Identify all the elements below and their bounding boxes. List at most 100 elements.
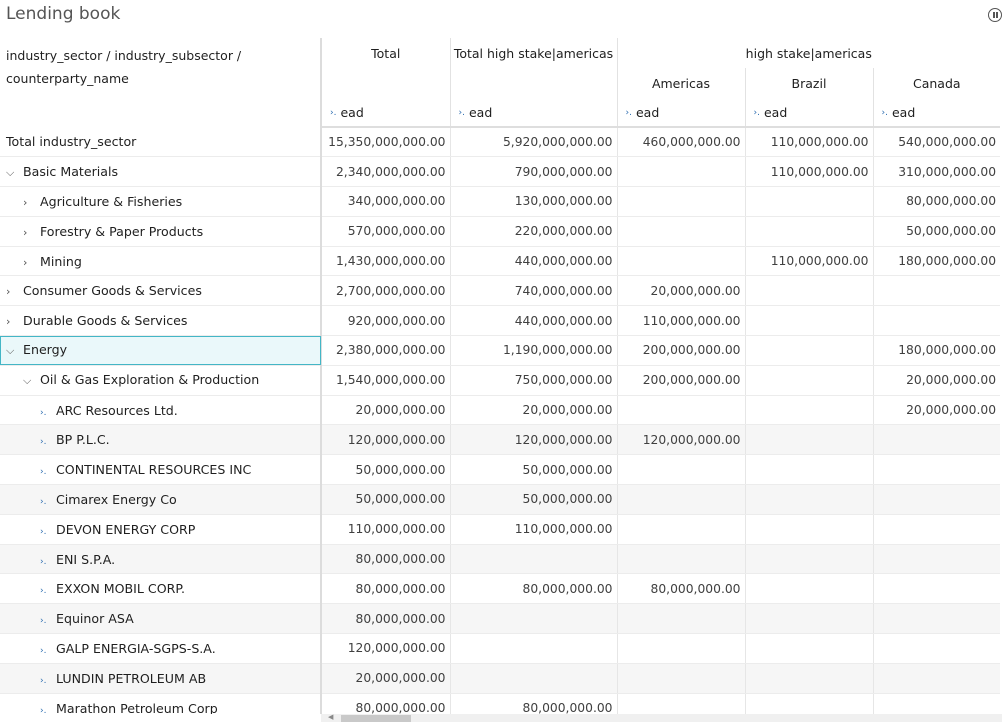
col-header-group-high-stake[interactable]: high stake|americas [616,38,1000,68]
cell-high-stake[interactable] [449,633,617,664]
cell-canada[interactable]: 540,000,000.00 [872,127,1000,158]
cell-total[interactable]: 80,000,000.00 [320,693,450,714]
table-row[interactable]: ›. Marathon Petroleum Corp 80,000,000.00 … [0,693,1000,714]
cell-total[interactable]: 340,000,000.00 [320,186,450,217]
chevron-right-icon[interactable]: › [6,315,18,328]
table-row[interactable]: › Forestry & Paper Products 570,000,000.0… [0,216,1000,247]
col-header-total-high-stake[interactable]: Total high stake|americas [449,38,617,98]
cell-high-stake[interactable]: 750,000,000.00 [449,365,617,396]
cell-americas[interactable] [616,544,745,575]
row-label-cell[interactable]: ›. Marathon Petroleum Corp [0,693,322,714]
cell-high-stake[interactable]: 440,000,000.00 [449,246,617,277]
col-header-americas[interactable]: Americas [616,68,745,98]
cell-americas[interactable]: 110,000,000.00 [616,305,745,337]
cell-high-stake[interactable] [449,544,617,575]
cell-brazil[interactable]: 110,000,000.00 [744,127,873,158]
member-expand-icon[interactable]: ›. [40,408,52,418]
member-expand-icon[interactable]: ›. [40,557,52,567]
table-row[interactable]: ›. Cimarex Energy Co 50,000,000.00 50,000… [0,484,1000,515]
cell-canada[interactable] [872,544,1000,575]
member-expand-icon[interactable]: ›. [40,467,52,477]
cell-total[interactable]: 15,350,000,000.00 [320,127,450,158]
cell-brazil[interactable] [744,424,873,456]
row-label-cell[interactable]: ›. LUNDIN PETROLEUM AB [0,663,322,694]
row-label-cell-selected[interactable]: ⌵ Energy [0,335,322,366]
cell-canada[interactable] [872,305,1000,337]
cell-brazil[interactable] [744,365,873,396]
chevron-down-icon[interactable]: ⌵ [23,374,35,388]
cell-brazil[interactable] [744,693,873,714]
table-row[interactable]: › Agriculture & Fisheries 340,000,000.00 … [0,186,1000,217]
table-row-selected[interactable]: ⌵ Energy 2,380,000,000.00 1,190,000,000.0… [0,335,1000,366]
cell-high-stake[interactable]: 220,000,000.00 [449,216,617,247]
chevron-right-icon[interactable]: › [23,196,35,209]
table-row[interactable]: ⌵ Basic Materials 2,340,000,000.00 790,00… [0,156,1000,188]
cell-canada[interactable] [872,454,1000,486]
member-expand-icon[interactable]: ›. [40,497,52,507]
cell-canada[interactable] [872,484,1000,515]
cell-total[interactable]: 570,000,000.00 [320,216,450,247]
table-row[interactable]: ›. EXXON MOBIL CORP. 80,000,000.00 80,000… [0,573,1000,605]
row-label-cell[interactable]: ⌵ Basic Materials [0,156,322,188]
cell-brazil[interactable] [744,663,873,694]
row-label-cell[interactable]: ›. ARC Resources Ltd. [0,395,322,426]
scrollbar-thumb[interactable] [341,715,411,722]
table-row[interactable]: ›. ENI S.P.A. 80,000,000.00 [0,544,1000,575]
cell-total[interactable]: 50,000,000.00 [320,484,450,515]
cell-total[interactable]: 80,000,000.00 [320,544,450,575]
cell-brazil[interactable] [744,216,873,247]
cell-high-stake[interactable]: 1,190,000,000.00 [449,335,617,366]
cell-americas[interactable] [616,663,745,694]
table-row[interactable]: › Consumer Goods & Services 2,700,000,000… [0,275,1000,307]
cell-high-stake[interactable]: 50,000,000.00 [449,484,617,515]
row-label-cell[interactable]: ›. Cimarex Energy Co [0,484,322,515]
col-header-canada[interactable]: Canada [872,68,1000,98]
cell-americas[interactable]: 200,000,000.00 [616,335,745,366]
cell-americas[interactable] [616,514,745,545]
cell-americas[interactable] [616,156,745,188]
cell-total[interactable]: 80,000,000.00 [320,603,450,635]
member-expand-icon[interactable]: ›. [40,616,52,626]
row-header-label[interactable]: industry_sector / industry_subsector / c… [0,38,322,127]
cell-high-stake[interactable]: 790,000,000.00 [449,156,617,188]
measure-header-brazil[interactable]: ›. ead [744,98,873,128]
table-row[interactable]: ›. DEVON ENERGY CORP 110,000,000.00 110,0… [0,514,1000,545]
cell-americas[interactable]: 80,000,000.00 [616,573,745,605]
cell-total[interactable]: 20,000,000.00 [320,395,450,426]
cell-canada[interactable] [872,693,1000,714]
table-row[interactable]: › Mining 1,430,000,000.00 440,000,000.00 … [0,246,1000,277]
cell-high-stake[interactable]: 110,000,000.00 [449,514,617,545]
pause-icon[interactable] [988,8,1002,22]
cell-total[interactable]: 2,380,000,000.00 [320,335,450,366]
table-row-total[interactable]: Total industry_sector 15,350,000,000.00 … [0,127,1000,158]
cell-brazil[interactable] [744,484,873,515]
cell-brazil[interactable] [744,335,873,366]
measure-header-americas[interactable]: ›. ead [616,98,745,128]
cell-total[interactable]: 120,000,000.00 [320,424,450,456]
cell-high-stake[interactable]: 5,920,000,000.00 [449,127,617,158]
table-row[interactable]: ⌵ Oil & Gas Exploration & Production 1,54… [0,365,1000,396]
cell-brazil[interactable] [744,514,873,545]
cell-brazil[interactable] [744,603,873,635]
cell-total[interactable]: 20,000,000.00 [320,663,450,694]
cell-brazil[interactable] [744,454,873,486]
cell-brazil[interactable] [744,544,873,575]
cell-brazil[interactable] [744,633,873,664]
cell-canada[interactable]: 20,000,000.00 [872,365,1000,396]
chevron-right-icon[interactable]: › [23,256,35,269]
cell-total[interactable]: 120,000,000.00 [320,633,450,664]
cell-high-stake[interactable] [449,603,617,635]
cell-canada[interactable] [872,275,1000,307]
table-row[interactable]: ›. CONTINENTAL RESOURCES INC 50,000,000.0… [0,454,1000,486]
cell-high-stake[interactable]: 80,000,000.00 [449,573,617,605]
horizontal-scrollbar[interactable]: ◀ [321,713,1002,722]
measure-header-high-stake[interactable]: ›. ead [449,98,617,128]
row-label-cell[interactable]: › Mining [0,246,322,277]
row-label-cell[interactable]: › Forestry & Paper Products [0,216,322,247]
cell-canada[interactable] [872,573,1000,605]
table-row[interactable]: ›. Equinor ASA 80,000,000.00 [0,603,1000,635]
row-label-cell[interactable]: ›. GALP ENERGIA-SGPS-S.A. [0,633,322,664]
cell-total[interactable]: 50,000,000.00 [320,454,450,486]
cell-high-stake[interactable]: 20,000,000.00 [449,395,617,426]
cell-canada[interactable] [872,514,1000,545]
